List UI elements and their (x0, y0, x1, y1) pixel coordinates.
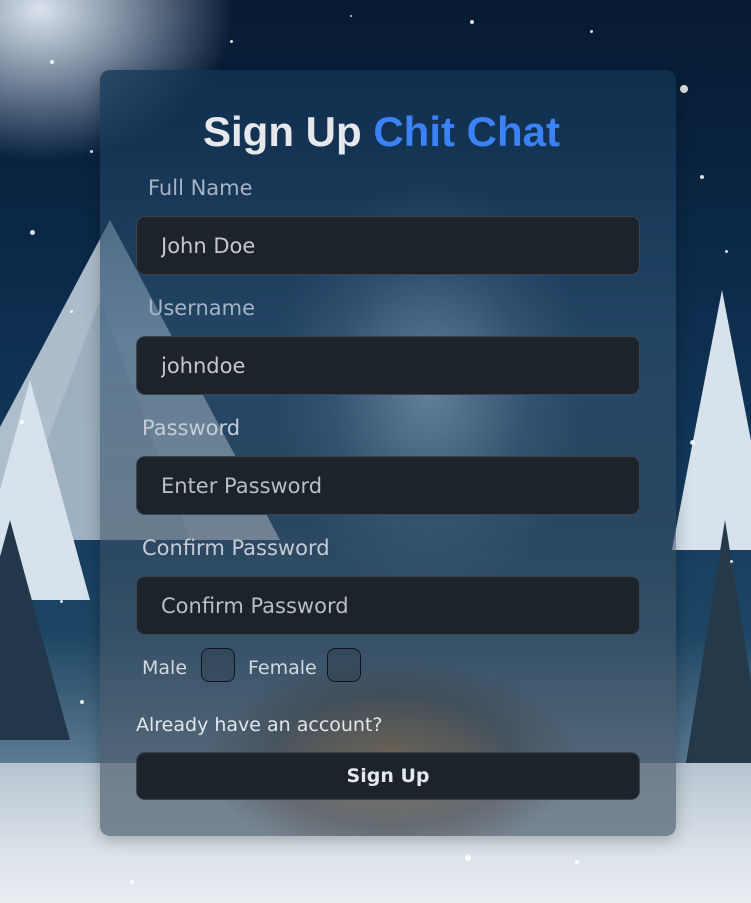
snowflake (30, 230, 35, 235)
background-tree-left-dark (0, 520, 70, 740)
title-brand: Chit Chat (373, 108, 560, 155)
page-title: Sign Up Chit Chat (0, 108, 751, 156)
gender-male-label: Male (142, 657, 188, 679)
username-label: Username (148, 296, 256, 320)
login-link[interactable]: Already have an account? (136, 713, 383, 737)
title-main: Sign Up (203, 108, 362, 155)
snowflake (470, 20, 474, 24)
gender-female-label: Female (248, 657, 317, 679)
snowflake (130, 880, 134, 884)
snowflake (700, 175, 704, 179)
snowflake (575, 860, 579, 864)
snowflake (230, 40, 233, 43)
snowflake (725, 250, 728, 253)
password-label: Password (142, 416, 241, 440)
snowflake (590, 30, 593, 33)
background-tree-right (672, 290, 751, 550)
snowflake (350, 15, 352, 17)
full-name-field[interactable] (136, 216, 640, 275)
snowflake (690, 440, 695, 445)
confirm-password-field[interactable] (136, 576, 640, 635)
full-name-label: Full Name (148, 176, 253, 200)
snowflake (20, 420, 24, 424)
password-field[interactable] (136, 456, 640, 515)
background-tree-right-dark (680, 520, 751, 800)
username-field[interactable] (136, 336, 640, 395)
gender-male-checkbox[interactable] (201, 648, 235, 682)
snowflake (50, 60, 54, 64)
snowflake (70, 310, 73, 313)
confirm-password-label: Confirm Password (142, 536, 330, 560)
snowflake (730, 560, 733, 563)
snowflake (80, 700, 84, 704)
gender-female-checkbox[interactable] (327, 648, 361, 682)
snowflake (60, 600, 63, 603)
sign-up-button[interactable]: Sign Up (136, 752, 640, 800)
snowflake (465, 855, 471, 861)
snowflake (680, 85, 688, 93)
